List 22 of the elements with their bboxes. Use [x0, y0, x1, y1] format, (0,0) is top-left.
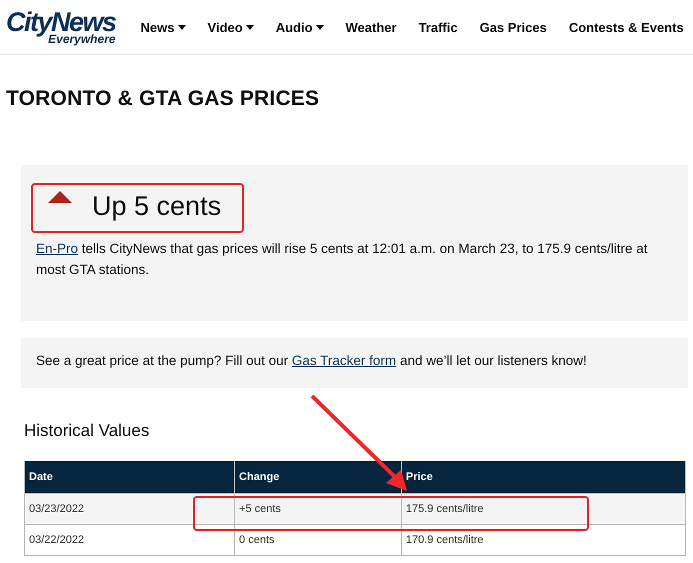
- nav-link[interactable]: Traffic: [408, 20, 469, 34]
- page-title: TORONTO & GTA GAS PRICES: [6, 87, 320, 111]
- nav-link[interactable]: Gas Prices: [468, 20, 558, 34]
- nav-link[interactable]: Video: [196, 20, 265, 34]
- nav-link[interactable]: Contests & Events: [558, 20, 693, 34]
- nav-link[interactable]: Weather: [334, 20, 408, 34]
- table-cell: +5 cents: [234, 494, 402, 524]
- nav-link[interactable]: Audio: [264, 20, 335, 34]
- source-link[interactable]: En-Pro: [36, 241, 78, 256]
- forecast-headline: Up 5 cents: [92, 191, 222, 222]
- nav-link[interactable]: News: [130, 20, 197, 34]
- forecast-text: En-Pro tells CityNews that gas prices will rise 5 cents at 12:01 a.m. on March 23, to 175.9 cents/litre at most GTA stations.: [36, 240, 649, 279]
- column-header: Change: [234, 461, 402, 494]
- column-header: Price: [401, 461, 686, 494]
- column-header: Date: [24, 461, 235, 494]
- table-cell: 03/23/2022: [24, 494, 235, 524]
- tracker-text: See a great price at the pump? Fill out our Gas Tracker form and we’ll let our listeners know!: [36, 353, 587, 368]
- tracker-link[interactable]: Gas Tracker form: [292, 353, 396, 368]
- logo-wordmark[interactable]: CityNews: [6, 9, 116, 36]
- table-cell: 175.9 cents/litre: [401, 494, 686, 524]
- table-cell: 03/22/2022: [24, 524, 235, 556]
- section-title: Historical Values: [24, 421, 150, 441]
